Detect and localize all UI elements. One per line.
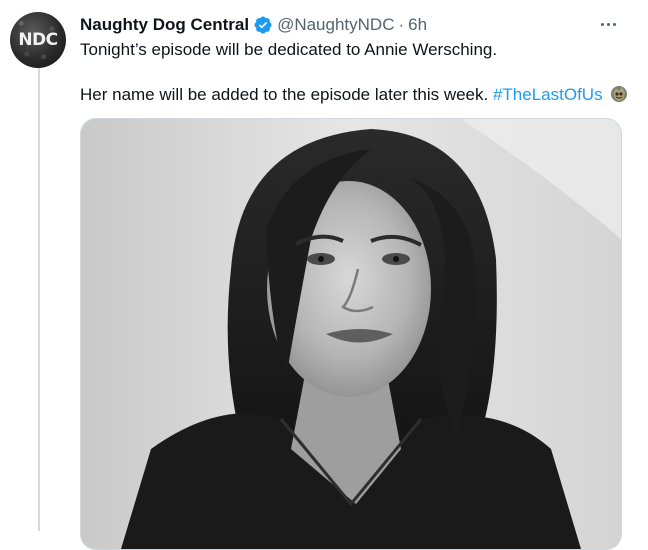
more-dot: [606, 22, 610, 26]
tweet-text-line-1: Tonight’s episode will be dedicated to A…: [80, 40, 498, 59]
portrait-photo: [81, 119, 621, 549]
timestamp[interactable]: 6h: [408, 15, 427, 35]
thread-line: [38, 60, 40, 531]
user-handle[interactable]: @NaughtyNDC: [277, 15, 394, 35]
more-options-icon[interactable]: [595, 14, 621, 34]
avatar[interactable]: NDC: [10, 12, 66, 68]
tweet-header: Naughty Dog Central @NaughtyNDC · 6h: [80, 13, 427, 37]
more-dot: [612, 22, 616, 26]
avatar-logo-text: NDC: [18, 30, 58, 50]
the-last-of-us-hashflag-icon: [610, 85, 628, 103]
tweet-text: Her name will be added to the episode la…: [80, 85, 489, 104]
hashtag-link[interactable]: #TheLastOfUs: [493, 85, 603, 104]
more-dot: [600, 22, 604, 26]
display-name[interactable]: Naughty Dog Central: [80, 15, 249, 35]
verified-badge-icon[interactable]: [253, 15, 273, 35]
tweet-media-photo[interactable]: [80, 118, 622, 550]
separator-dot: ·: [398, 15, 405, 34]
tweet-text-line-2: Her name will be added to the episode la…: [80, 84, 628, 106]
